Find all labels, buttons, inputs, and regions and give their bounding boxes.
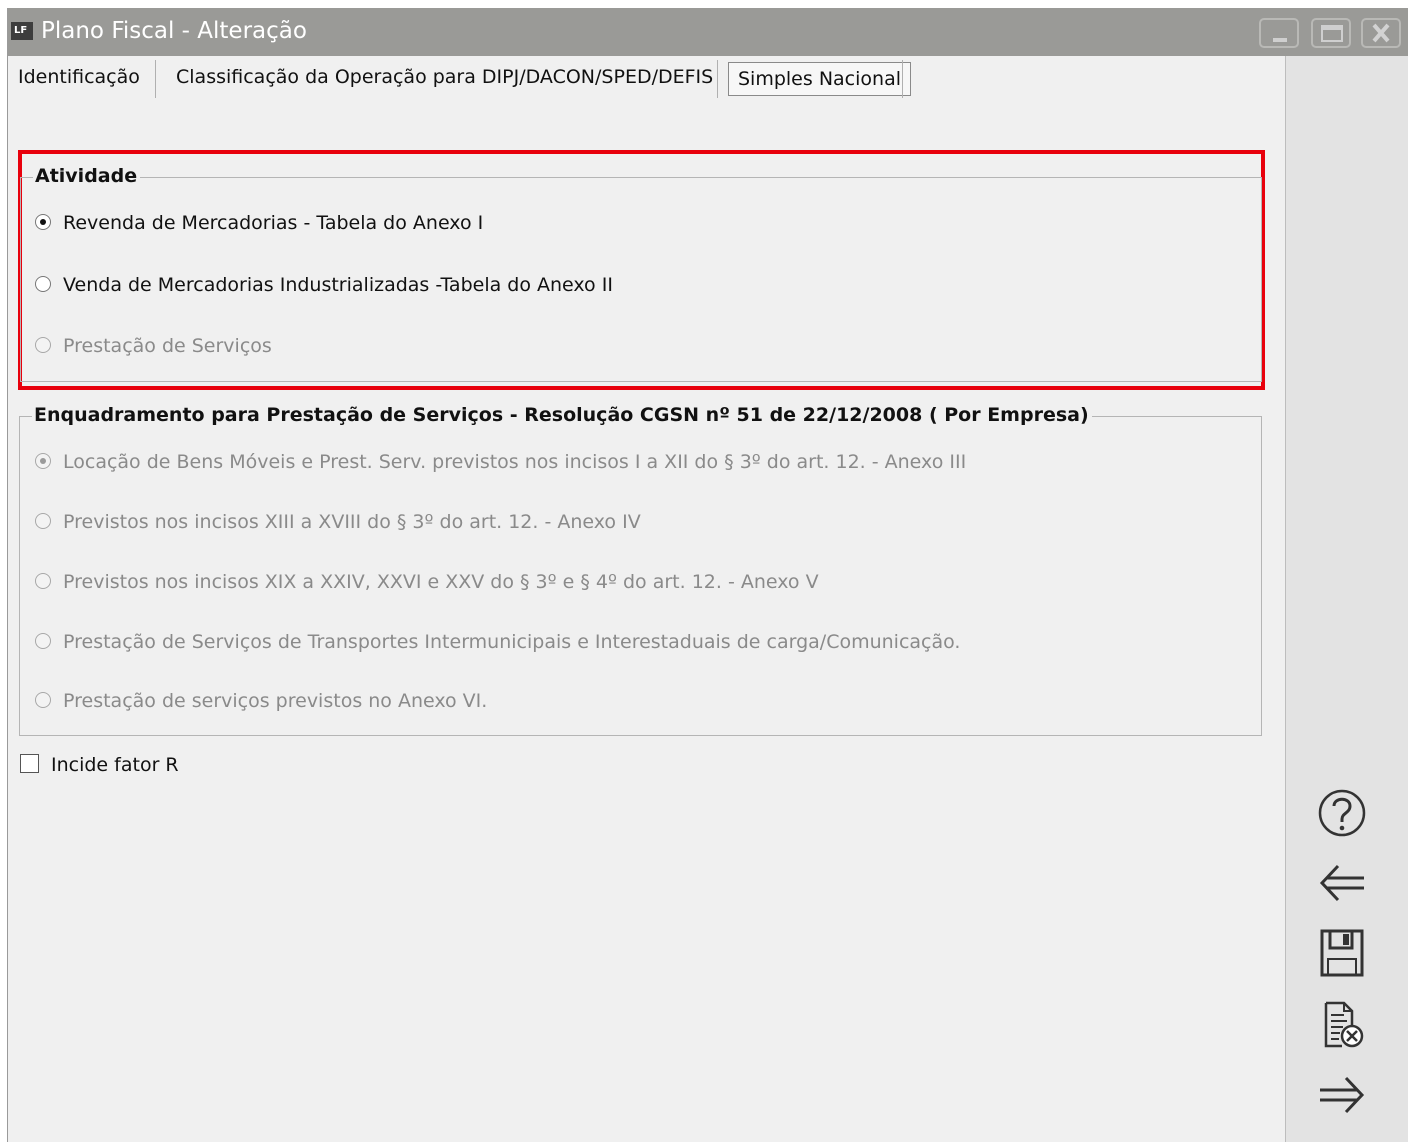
radio-label: Revenda de Mercadorias - Tabela do Anexo… bbox=[63, 212, 484, 234]
radio-label: Locação de Bens Móveis e Prest. Serv. pr… bbox=[63, 451, 967, 473]
cancel-document-icon[interactable] bbox=[1314, 998, 1370, 1052]
radio-label: Prestação de Serviços de Transportes Int… bbox=[63, 631, 961, 653]
radio-anexo-iv: Previstos nos incisos XIII a XVIII do § … bbox=[35, 509, 641, 535]
close-button[interactable] bbox=[1361, 18, 1401, 48]
tab-divider bbox=[717, 60, 718, 98]
enquadramento-legend: Enquadramento para Prestação de Serviços… bbox=[32, 404, 1092, 426]
title-bar[interactable]: LF Plano Fiscal - Alteração bbox=[8, 8, 1408, 56]
radio-anexo-v: Previstos nos incisos XIX a XXIV, XXVI e… bbox=[35, 569, 819, 595]
radio-button bbox=[35, 691, 51, 708]
radio-button bbox=[35, 572, 51, 589]
plano-fiscal-window: LF Plano Fiscal - Alteração Identificaçã… bbox=[7, 8, 1408, 1142]
radio-revenda-mercadorias[interactable]: Revenda de Mercadorias - Tabela do Anexo… bbox=[35, 210, 483, 236]
radio-anexo-vi: Prestação de serviços previstos no Anexo… bbox=[35, 688, 487, 714]
tab-divider bbox=[155, 60, 156, 98]
radio-button bbox=[35, 452, 51, 469]
radio-button bbox=[35, 632, 51, 649]
radio-prestacao-servicos: Prestação de Serviços bbox=[35, 333, 272, 359]
app-logo-icon: LF bbox=[11, 22, 33, 40]
radio-label: Venda de Mercadorias Industrializadas -T… bbox=[63, 274, 613, 296]
radio-button bbox=[35, 336, 51, 353]
radio-button[interactable] bbox=[35, 213, 51, 230]
tab-simples-nacional[interactable]: Simples Nacional bbox=[728, 62, 911, 96]
forward-arrow-icon[interactable] bbox=[1314, 1068, 1370, 1122]
radio-label: Prestação de serviços previstos no Anexo… bbox=[63, 690, 488, 712]
radio-label: Previstos nos incisos XIX a XXIV, XXVI e… bbox=[63, 571, 819, 593]
window-title: Plano Fiscal - Alteração bbox=[41, 18, 307, 44]
radio-label: Previstos nos incisos XIII a XVIII do § … bbox=[63, 511, 641, 533]
minimize-button[interactable] bbox=[1259, 18, 1299, 48]
back-arrow-icon[interactable] bbox=[1314, 856, 1370, 910]
radio-venda-industrializadas[interactable]: Venda de Mercadorias Industrializadas -T… bbox=[35, 272, 613, 298]
atividade-legend: Atividade bbox=[33, 165, 141, 187]
radio-anexo-iii: Locação de Bens Móveis e Prest. Serv. pr… bbox=[35, 449, 966, 475]
fator-r-label: Incide fator R bbox=[51, 754, 179, 776]
tab-classificacao-operacao[interactable]: Classificação da Operação para DIPJ/DACO… bbox=[176, 56, 713, 98]
fator-r-checkbox[interactable] bbox=[20, 754, 39, 773]
maximize-icon bbox=[1321, 25, 1343, 42]
close-icon bbox=[1372, 23, 1390, 43]
fator-r-checkbox-row[interactable]: Incide fator R bbox=[20, 752, 179, 778]
main-panel: Identificação Classificação da Operação … bbox=[8, 56, 1284, 1142]
radio-button[interactable] bbox=[35, 275, 51, 292]
tab-divider bbox=[902, 60, 903, 98]
radio-label: Prestação de Serviços bbox=[63, 335, 272, 357]
radio-transportes-comunicacao: Prestação de Serviços de Transportes Int… bbox=[35, 629, 960, 655]
save-icon[interactable] bbox=[1314, 926, 1370, 980]
minimize-icon bbox=[1273, 38, 1287, 42]
radio-button bbox=[35, 512, 51, 529]
maximize-button[interactable] bbox=[1311, 18, 1351, 48]
help-icon[interactable] bbox=[1314, 786, 1370, 840]
tab-identificacao[interactable]: Identificação bbox=[18, 56, 140, 98]
